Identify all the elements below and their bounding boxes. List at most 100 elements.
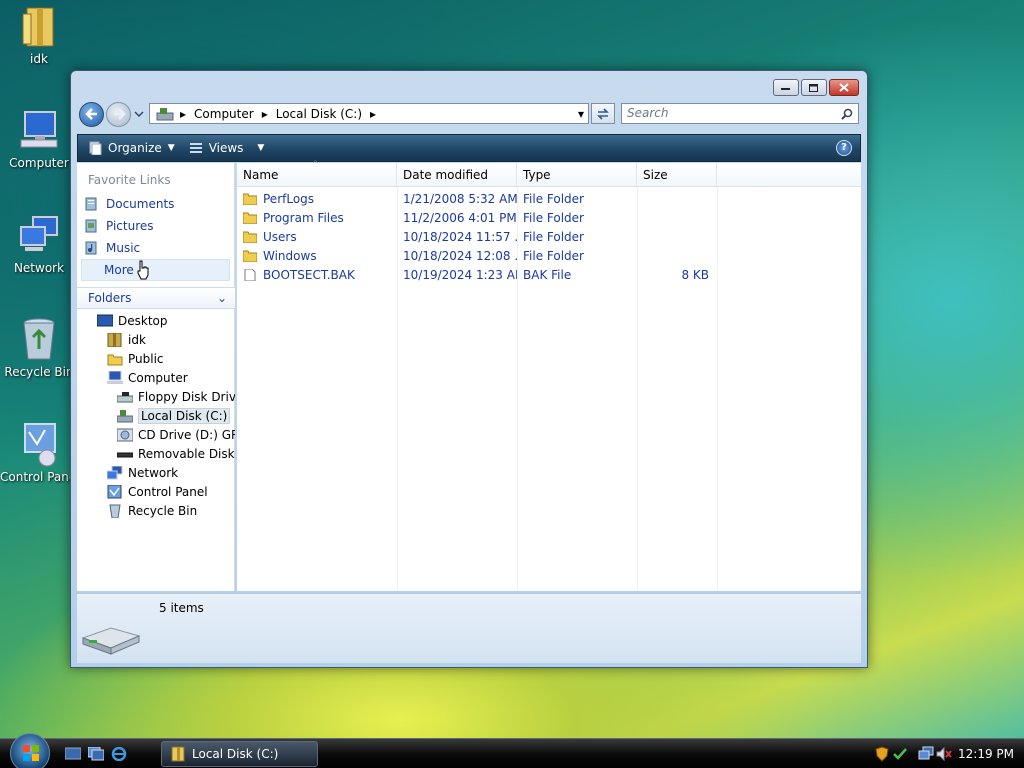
desktop-icon-recycle-bin[interactable]: Recycle Bin xyxy=(0,317,78,379)
favorite-link-label: More xyxy=(104,263,134,277)
column-header-date[interactable]: Date modified xyxy=(397,163,517,186)
favorite-link-label: Pictures xyxy=(106,219,154,233)
desktop-icon-idk[interactable]: idk xyxy=(0,4,78,66)
file-date: 10/19/2024 1:23 AM xyxy=(403,267,517,282)
tree-item-label: CD Drive (D:) GRTMCPFRER_EN_DVD xyxy=(138,427,235,442)
column-divider xyxy=(517,187,518,591)
search-input[interactable]: Search xyxy=(621,103,859,124)
tree-item-label: Floppy Disk Drive xyxy=(138,389,235,404)
maximize-button[interactable] xyxy=(801,79,827,96)
close-button[interactable] xyxy=(829,79,859,96)
column-header-size[interactable]: Size xyxy=(637,163,717,186)
file-row[interactable]: Windows 10/18/2024 12:08 ... File Folder xyxy=(237,246,861,265)
tree-item-label: Removable Disk (E:) xyxy=(138,446,235,461)
arrow-right-icon xyxy=(113,108,126,120)
taskbar-button-local-disk[interactable]: Local Disk (C:) xyxy=(161,741,318,767)
tree-item-local-disk[interactable]: Local Disk (C:) xyxy=(77,406,235,425)
chevron-down-icon[interactable]: ⌄ xyxy=(217,288,227,308)
tree-item-control-panel[interactable]: Control Panel xyxy=(77,482,235,501)
network-status-icon[interactable] xyxy=(918,746,934,762)
file-type: File Folder xyxy=(523,248,584,263)
tree-item-cd-drive[interactable]: CD Drive (D:) GRTMCPFRER_EN_DVD xyxy=(77,425,235,444)
window-controls xyxy=(773,79,859,96)
favorite-link-music[interactable]: Music xyxy=(77,237,234,259)
tree-item-network[interactable]: Network xyxy=(77,463,235,482)
control-panel-icon xyxy=(17,422,61,467)
folder-icon xyxy=(243,250,257,262)
tree-item-floppy[interactable]: Floppy Disk Drive xyxy=(77,387,235,406)
chevron-down-icon[interactable]: ▾ xyxy=(578,107,584,121)
file-name-cell: BOOTSECT.BAK xyxy=(237,268,397,282)
tree-item-computer[interactable]: Computer xyxy=(77,368,235,387)
breadcrumb-computer[interactable]: Computer xyxy=(194,107,254,121)
chevron-right-icon[interactable]: ▸ xyxy=(370,107,376,121)
search-placeholder: Search xyxy=(627,106,669,120)
folder-tree: Desktop idk Public Computer Floppy Disk … xyxy=(77,311,235,520)
tree-item-public[interactable]: Public xyxy=(77,349,235,368)
network-icon xyxy=(17,213,61,257)
taskbar-button-label: Local Disk (C:) xyxy=(192,747,279,761)
address-bar[interactable]: ▸ Computer ▸ Local Disk (C:) ▸ ▾ xyxy=(149,103,589,124)
views-label: Views xyxy=(208,141,244,155)
recent-pages-dropdown[interactable] xyxy=(134,110,144,118)
file-date: 1/21/2008 5:32 AM xyxy=(403,191,517,206)
back-button[interactable] xyxy=(79,101,104,127)
search-icon[interactable] xyxy=(841,108,853,120)
tree-item-label: Desktop xyxy=(118,313,168,328)
security-shield-icon[interactable] xyxy=(874,746,890,762)
volume-muted-icon[interactable] xyxy=(936,746,952,762)
local-disk-icon xyxy=(81,627,141,655)
tree-item-removable[interactable]: Removable Disk (E:) xyxy=(77,444,235,463)
switch-windows-icon[interactable] xyxy=(88,747,104,761)
windows-logo-icon xyxy=(23,745,39,761)
desktop-icon xyxy=(97,314,113,326)
item-count: 5 items xyxy=(159,601,204,615)
file-row[interactable]: BOOTSECT.BAK 10/19/2024 1:23 AM BAK File… xyxy=(237,265,861,284)
folders-header[interactable]: Folders ⌄ xyxy=(77,287,235,309)
breadcrumb-local-disk[interactable]: Local Disk (C:) xyxy=(276,107,362,121)
refresh-button[interactable] xyxy=(591,103,615,124)
file-row[interactable]: PerfLogs 1/21/2008 5:32 AM File Folder xyxy=(237,189,861,208)
desktop-icon-network[interactable]: Network xyxy=(0,213,78,275)
file-row[interactable]: Users 10/18/2024 11:57 ... File Folder xyxy=(237,227,861,246)
show-desktop-icon[interactable] xyxy=(65,747,81,761)
file-name: Windows xyxy=(263,248,317,263)
tree-item-recycle-bin[interactable]: Recycle Bin xyxy=(77,501,235,520)
minimize-button[interactable] xyxy=(773,79,799,96)
file-name-cell: PerfLogs xyxy=(237,192,397,206)
column-header-label: Type xyxy=(523,168,551,182)
tree-item-idk[interactable]: idk xyxy=(77,330,235,349)
column-divider xyxy=(397,187,398,591)
organize-button[interactable]: Organize ▼ xyxy=(88,141,175,155)
tree-item-label: Local Disk (C:) xyxy=(138,407,231,424)
address-row: ▸ Computer ▸ Local Disk (C:) ▸ ▾ Search xyxy=(79,101,859,127)
chevron-right-icon[interactable]: ▸ xyxy=(262,107,268,121)
computer-icon xyxy=(107,370,123,384)
forward-button[interactable] xyxy=(106,101,131,127)
disk-icon xyxy=(156,107,174,120)
file-name: BOOTSECT.BAK xyxy=(263,267,355,282)
chevron-down-icon: ▼ xyxy=(167,143,175,153)
clock[interactable]: 12:19 PM xyxy=(958,747,1014,761)
desktop-icon-computer[interactable]: Computer xyxy=(0,108,78,170)
help-button[interactable]: ? xyxy=(836,140,852,156)
update-check-icon[interactable] xyxy=(892,746,908,762)
desktop-icon-label: Network xyxy=(13,261,65,275)
music-icon xyxy=(85,241,97,255)
file-type: File Folder xyxy=(523,210,584,225)
views-button[interactable]: Views ▼ xyxy=(189,141,264,155)
file-row[interactable]: Program Files 11/2/2006 4:01 PM File Fol… xyxy=(237,208,861,227)
tree-item-desktop[interactable]: Desktop xyxy=(77,311,235,330)
column-header-type[interactable]: Type xyxy=(517,163,637,186)
tree-item-label: Network xyxy=(128,465,179,480)
computer-icon xyxy=(17,108,61,152)
favorite-link-more[interactable]: More xyxy=(81,259,230,281)
desktop-icon-control-panel[interactable]: Control Panel xyxy=(0,422,80,484)
column-header-name[interactable]: Name ^ xyxy=(237,159,397,186)
tree-item-label: Control Panel xyxy=(128,484,208,499)
column-divider xyxy=(637,187,638,591)
start-button[interactable] xyxy=(10,733,50,768)
favorite-link-pictures[interactable]: Pictures xyxy=(77,215,234,237)
internet-explorer-icon[interactable] xyxy=(111,747,127,761)
favorite-link-documents[interactable]: Documents xyxy=(77,193,234,215)
